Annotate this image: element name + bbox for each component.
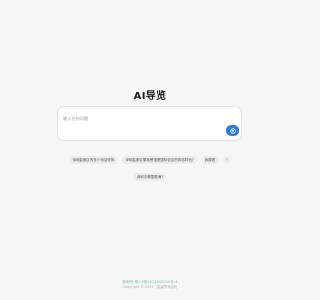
- suggestion-chip[interactable]: 我要看: [201, 156, 219, 164]
- suggestion-chip[interactable]: 深圳盐家区有多少电话安排: [69, 156, 118, 164]
- footer: 备案号:粤ICP备2023000000号-4 Copyright © 2024 …: [0, 280, 300, 290]
- page-title: AI导览: [133, 91, 167, 102]
- suggestion-chip[interactable]: 深圳去哪里看海?: [133, 173, 167, 181]
- suggestion-row: 深圳盐家区有多少电话安排 深圳盐家区哪家餐馆是国际化区的风俗特色? 我要看 !: [0, 156, 300, 164]
- suggestion-row: 深圳去哪里看海?: [0, 173, 300, 181]
- submit-button[interactable]: [226, 125, 239, 136]
- suggestion-chip[interactable]: !: [223, 156, 231, 164]
- suggestion-list: 深圳盐家区有多少电话安排 深圳盐家区哪家餐馆是国际化区的风俗特色? 我要看 ! …: [0, 156, 300, 190]
- search-box: [57, 106, 242, 141]
- search-input[interactable]: [63, 114, 213, 123]
- suggestion-chip[interactable]: 深圳盐家区哪家餐馆是国际化区的风俗特色?: [122, 156, 197, 164]
- submit-arrow-icon: [229, 127, 236, 134]
- footer-copyright: Copyright © 2024 · 保留所有权利: [122, 285, 178, 289]
